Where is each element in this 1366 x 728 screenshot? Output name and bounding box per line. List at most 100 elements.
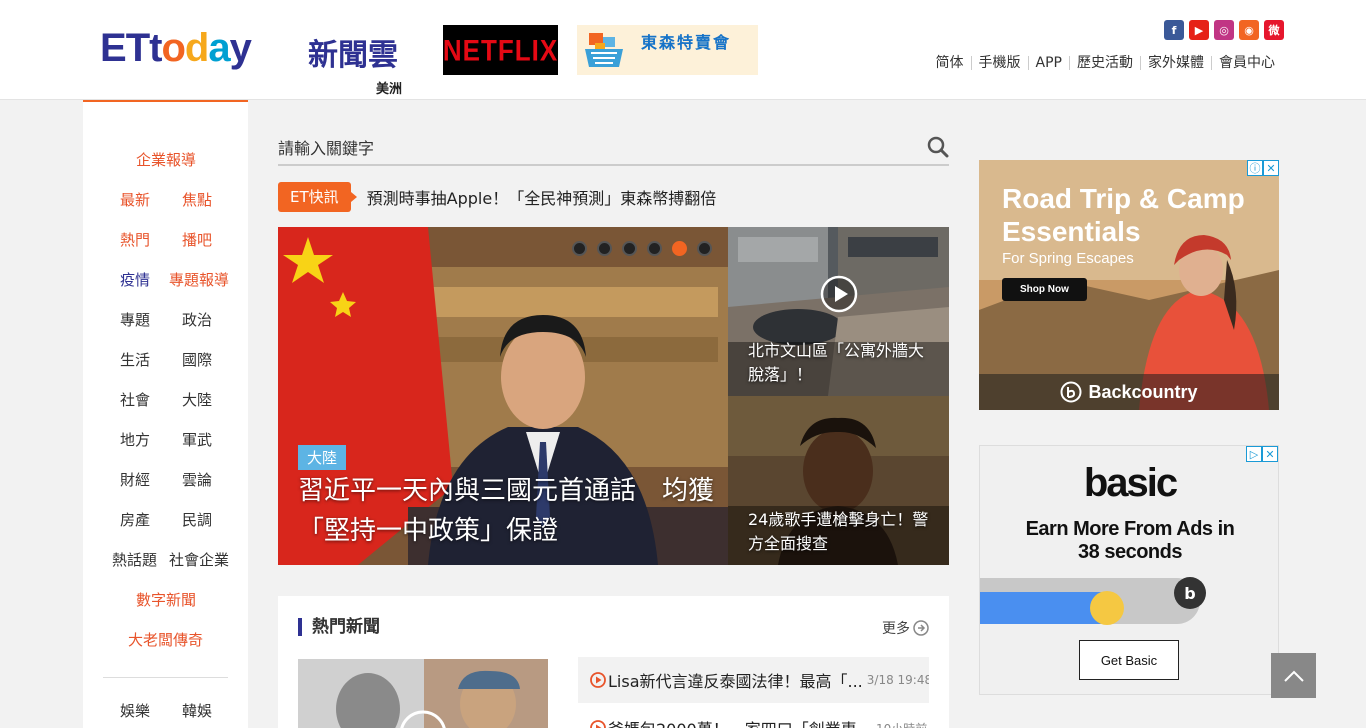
breaking-news-tag: ET快訊 bbox=[278, 182, 357, 212]
carousel-dot[interactable] bbox=[622, 241, 637, 256]
sidebar-item-pandemic[interactable]: 疫情 bbox=[120, 269, 150, 290]
sidebar-item-local[interactable]: 地方 bbox=[120, 429, 150, 450]
sidebar-item-finance[interactable]: 財經 bbox=[120, 469, 150, 490]
carousel-dot-active[interactable] bbox=[672, 241, 687, 256]
search-icon[interactable] bbox=[927, 136, 949, 158]
sidebar-item-boss-legends[interactable]: 大老闆傳奇 bbox=[128, 629, 203, 650]
hot-news-item[interactable]: Lisa新代言違反泰國法律！最高「... 3/18 19:48 bbox=[578, 657, 929, 703]
region-label[interactable]: 美洲 bbox=[376, 78, 402, 97]
hot-news-title: 熱門新聞 bbox=[298, 618, 380, 636]
weibo-icon[interactable]: 微 bbox=[1264, 20, 1284, 40]
breaking-news-headline[interactable]: 預測時事抽Apple！「全民神預測」東森幣搏翻倍 bbox=[367, 185, 717, 209]
sidebar-item-international[interactable]: 國際 bbox=[182, 349, 212, 370]
backcountry-brand-bar: Backcountry bbox=[979, 374, 1279, 410]
sale-text: 東森特賣會 bbox=[641, 33, 732, 52]
backcountry-brand: Backcountry bbox=[1088, 381, 1198, 402]
basic-brand: basic bbox=[1083, 461, 1178, 505]
basic-ad[interactable]: basic Earn More From Ads in 38 seconds b … bbox=[979, 445, 1279, 695]
netflix-banner-ad[interactable]: NETFLIX bbox=[443, 25, 558, 75]
sidebar-item-special-reports[interactable]: 專題報導 bbox=[169, 269, 229, 290]
social-links: f ▶ ◎ ◉ 微 bbox=[1164, 20, 1284, 40]
carousel-dot[interactable] bbox=[597, 241, 612, 256]
backcountry-logo-icon bbox=[1060, 381, 1082, 403]
play-circle-icon bbox=[590, 672, 606, 688]
sidebar-item-focus[interactable]: 焦點 bbox=[182, 189, 212, 210]
carousel-dot[interactable] bbox=[647, 241, 662, 256]
instagram-icon[interactable]: ◎ bbox=[1214, 20, 1234, 40]
sidebar-item-topics[interactable]: 專題 bbox=[120, 309, 150, 330]
ad-close-icon[interactable]: ✕ bbox=[1262, 446, 1278, 462]
facebook-icon[interactable]: f bbox=[1164, 20, 1184, 40]
sidebar-item-hot[interactable]: 熱門 bbox=[120, 229, 150, 250]
side-story-1-headline[interactable]: 北市文山區「公寓外牆大脫落」！ bbox=[748, 339, 938, 387]
chevron-up-icon bbox=[1283, 670, 1304, 682]
sale-banner-ad[interactable]: 東森特賣會 bbox=[577, 25, 758, 75]
nav-member-center[interactable]: 會員中心 bbox=[1211, 56, 1282, 70]
ad-progress-knob bbox=[1090, 591, 1124, 625]
backcountry-ad[interactable]: Road Trip & Camp Essentials For Spring Es… bbox=[979, 160, 1279, 410]
side-story-1[interactable]: 北市文山區「公寓外牆大脫落」！ bbox=[728, 227, 949, 396]
video-play-icon[interactable] bbox=[820, 275, 858, 313]
sidebar-item-entertainment[interactable]: 娛樂 bbox=[120, 700, 150, 721]
youtube-icon[interactable]: ▶ bbox=[1189, 20, 1209, 40]
ad-choices: ▷ ✕ bbox=[1246, 446, 1278, 462]
hot-news-image[interactable] bbox=[298, 659, 548, 728]
hot-news-headline: Lisa新代言違反泰國法律！最高「... bbox=[608, 672, 863, 691]
hero-headline[interactable]: 習近平一天內與三國元首通話 均獲「堅持一中政策」保證 bbox=[298, 471, 718, 551]
sidebar-item-society[interactable]: 社會 bbox=[120, 389, 150, 410]
shopping-basket-icon bbox=[585, 33, 623, 67]
hero-story[interactable]: 大陸 習近平一天內與三國元首通話 均獲「堅持一中政策」保證 bbox=[278, 227, 728, 565]
hot-news-more-link[interactable]: 更多 bbox=[882, 618, 929, 638]
netflix-logo: NETFLIX bbox=[442, 32, 559, 67]
ad-choices: ⓘ ✕ bbox=[1247, 160, 1279, 176]
sidebar-item-life[interactable]: 生活 bbox=[120, 349, 150, 370]
search-bar bbox=[278, 133, 949, 166]
site-logo[interactable]: ETtoday 新聞雲 美洲 bbox=[100, 22, 410, 97]
rss-icon[interactable]: ◉ bbox=[1239, 20, 1259, 40]
carousel-dot[interactable] bbox=[697, 241, 712, 256]
sidebar-item-politics[interactable]: 政治 bbox=[182, 309, 212, 330]
hot-news-item[interactable]: 爸媽包2000萬！ 家四口「創業專... 10小時前 bbox=[578, 705, 929, 728]
site-header: ETtoday 新聞雲 美洲 NETFLIX 東森特賣會 f ▶ ◎ ◉ 微 简… bbox=[0, 0, 1366, 100]
logo-wordmark: ETtoday bbox=[100, 26, 252, 70]
search-input[interactable] bbox=[278, 133, 898, 163]
nav-mobile[interactable]: 手機版 bbox=[970, 56, 1028, 70]
ad-play-icon[interactable]: ▷ bbox=[1246, 446, 1262, 462]
sidebar-item-broadcast[interactable]: 播吧 bbox=[182, 229, 212, 250]
top-nav: 简体 手機版 APP 歷史活動 家外媒體 會員中心 bbox=[929, 56, 1282, 70]
side-story-2[interactable]: 24歲歌手遭槍擊身亡！警方全面搜查 bbox=[728, 396, 949, 565]
carousel-dot[interactable] bbox=[572, 241, 587, 256]
nav-history-events[interactable]: 歷史活動 bbox=[1069, 56, 1140, 70]
side-story-2-headline[interactable]: 24歲歌手遭槍擊身亡！警方全面搜查 bbox=[748, 508, 938, 556]
ad-close-icon[interactable]: ✕ bbox=[1263, 160, 1279, 176]
sidebar-divider bbox=[103, 677, 228, 678]
nav-app[interactable]: APP bbox=[1027, 56, 1069, 70]
hot-news-section: 熱門新聞 更多 Lisa新代言違反泰國法律！最高「... 3/18 19:48 … bbox=[278, 596, 949, 728]
sidebar-item-opinion[interactable]: 雲論 bbox=[182, 469, 212, 490]
ad-subheadline: For Spring Escapes bbox=[1002, 250, 1134, 267]
nav-outdoor-media[interactable]: 家外媒體 bbox=[1140, 56, 1211, 70]
shop-now-button[interactable]: Shop Now bbox=[1002, 278, 1087, 301]
get-basic-button[interactable]: Get Basic bbox=[1079, 640, 1179, 680]
more-label: 更多 bbox=[882, 621, 910, 637]
ad-headline: Road Trip & Camp Essentials bbox=[1002, 183, 1245, 247]
back-to-top-button[interactable] bbox=[1271, 653, 1316, 698]
sidebar-item-military[interactable]: 軍武 bbox=[182, 429, 212, 450]
nav-simplified[interactable]: 简体 bbox=[929, 56, 971, 70]
sidebar-item-polls[interactable]: 民調 bbox=[182, 509, 212, 530]
sidebar-item-mainland[interactable]: 大陸 bbox=[182, 389, 212, 410]
sidebar-item-data-news[interactable]: 數字新聞 bbox=[136, 589, 196, 610]
basic-headline: Earn More From Ads in 38 seconds bbox=[1025, 518, 1235, 563]
sidebar-item-corporate[interactable]: 企業報導 bbox=[136, 149, 196, 170]
basic-logo-icon: b bbox=[1174, 577, 1206, 609]
carousel-dots bbox=[572, 241, 712, 256]
ad-info-icon[interactable]: ⓘ bbox=[1247, 160, 1263, 176]
sidebar-item-latest[interactable]: 最新 bbox=[120, 189, 150, 210]
hero-category-tag[interactable]: 大陸 bbox=[298, 445, 347, 470]
sidebar-item-property[interactable]: 房產 bbox=[120, 509, 150, 530]
sidebar-item-hot-topics[interactable]: 熱話題 bbox=[112, 549, 157, 570]
sidebar-item-social-enterprise[interactable]: 社會企業 bbox=[169, 549, 229, 570]
hot-news-headline: 爸媽包2000萬！ 家四口「創業專... bbox=[608, 716, 872, 728]
sidebar-item-korean-ent[interactable]: 韓娛 bbox=[182, 700, 212, 721]
arrow-right-circle-icon bbox=[913, 620, 929, 636]
